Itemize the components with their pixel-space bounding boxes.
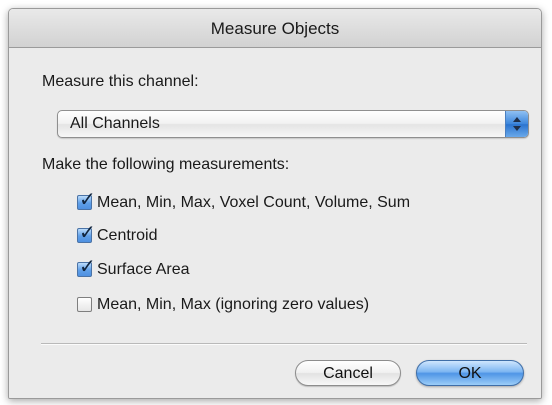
dialog-title: Measure Objects [210,19,340,38]
measure-objects-dialog: Measure Objects Measure this channel: Al… [8,8,542,399]
title-bar[interactable]: Measure Objects [9,9,541,48]
popup-arrows-icon[interactable] [505,111,528,137]
ok-button[interactable]: OK [416,360,524,386]
checkbox-surface-area[interactable]: ✓ [77,257,96,277]
option-label: Surface Area [97,261,190,278]
checkmark-icon: ✓ [79,222,96,244]
cancel-button[interactable]: Cancel [295,360,401,386]
checkmark-icon: ✓ [79,189,96,211]
channel-label: Measure this channel: [42,73,199,90]
measurements-label: Make the following measurements: [42,156,290,173]
checkbox-centroid[interactable]: ✓ [77,223,96,243]
channel-select[interactable]: All Channels [57,110,529,138]
channel-select-value: All Channels [70,115,160,132]
option-label: Mean, Min, Max, Voxel Count, Volume, Sum [97,194,411,211]
checkbox-mean-min-max-voxel[interactable]: ✓ [77,190,96,210]
option-label: Mean, Min, Max (ignoring zero values) [97,296,370,313]
arrow-down-icon [513,126,521,131]
checkmark-icon: ✓ [79,256,96,278]
checkbox-ignoring-zero[interactable] [77,297,92,312]
dialog-content: Measure this channel: All Channels Make … [9,48,541,398]
arrow-up-icon [513,117,521,122]
option-label: Centroid [97,227,158,244]
divider [41,343,527,345]
